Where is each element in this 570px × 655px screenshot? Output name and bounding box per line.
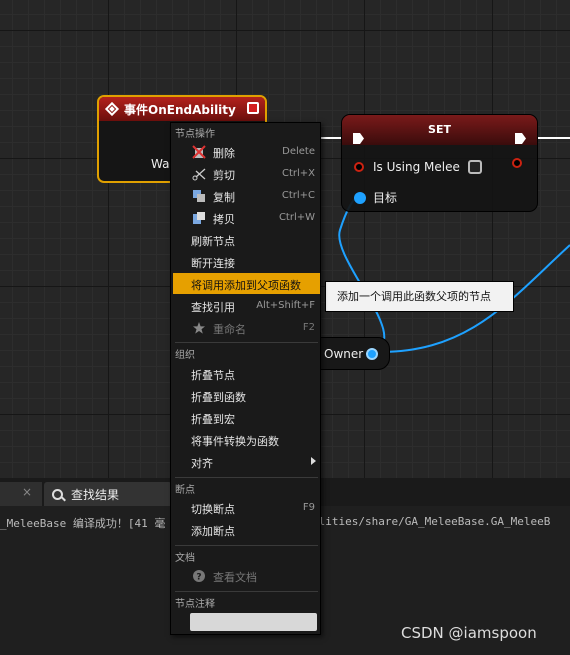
section-title-node-comment: 节点注释 [175,599,215,610]
bool-in-pin-icon[interactable] [354,162,364,172]
menu-item-shortcut: Ctrl+X [281,168,315,179]
menu-item-add-breakpoint[interactable]: 添加断点 [173,519,320,540]
watermark: CSDN @iamspoon [401,624,537,642]
menu-item-collapse-to-macro[interactable]: 折叠到宏 [173,407,320,428]
menu-separator [175,545,318,546]
tab-compiler-results[interactable]: × [0,482,42,506]
menu-item-label: 将调用添加到父项函数 [191,279,301,292]
menu-item-label: 折叠到函数 [191,391,246,404]
menu-item-collapse-to-function[interactable]: 折叠到函数 [173,385,320,406]
menu-item-shortcut: Delete [282,146,315,157]
menu-item-toggle-breakpoint[interactable]: 切换断点 F9 [173,497,320,518]
submenu-arrow-icon [311,457,316,465]
menu-item-label: 查找引用 [191,301,235,314]
exec-out-pin-icon[interactable] [514,132,527,145]
menu-item-shortcut: F9 [302,502,315,513]
menu-item-rename[interactable]: 重命名 F2 [173,317,320,338]
section-title-docs: 文档 [175,553,195,564]
set-node-title: SET [342,115,537,145]
menu-item-label: 刷新节点 [191,235,235,248]
menu-item-shortcut: Alt+Shift+F [256,300,315,311]
menu-tooltip: 添加一个调用此函数父项的节点 [325,281,514,312]
event-node-title: 事件OnEndAbility [124,102,236,117]
menu-item-label: 拷贝 [213,213,235,226]
menu-item-shortcut: Ctrl+W [278,212,315,223]
log-line-path: ilities/share/GA_MeleeBase.GA_MeleeB [312,515,551,528]
tab-close-icon[interactable]: × [22,485,32,499]
menu-item-alignment[interactable]: 对齐 [173,451,320,472]
menu-item-cut[interactable]: 剪切 Ctrl+X [173,163,320,184]
target-pin-icon[interactable] [354,191,366,204]
set-target-label: 目标 [373,191,398,205]
tab-find-results-label: 查找结果 [71,487,120,502]
menu-item-label: 删除 [213,147,235,160]
menu-item-label: 查看文档 [213,571,257,584]
menu-item-find-references[interactable]: 查找引用 Alt+Shift+F [173,295,320,316]
delete-icon [192,145,206,159]
set-var-row: Is Using Melee [354,160,482,174]
owner-out-pin-icon[interactable] [366,348,378,360]
node-comment-input[interactable] [190,613,317,631]
owner-label: Owner [324,347,364,361]
set-var-label: Is Using Melee [373,160,460,174]
scissors-icon [192,168,206,181]
bool-out-pin-icon[interactable] [512,158,522,168]
menu-item-label: 折叠节点 [191,369,235,382]
duplicate-icon [193,212,205,224]
menu-item-label: 折叠到宏 [191,413,235,426]
menu-item-label: 断开连接 [191,257,235,270]
context-menu: 节点操作 删除 Delete 剪切 Ctrl+X 复制 Ctrl+C 拷贝 Ct… [170,122,321,635]
menu-item-view-docs[interactable]: ? 查看文档 [173,565,320,586]
menu-item-shortcut: Ctrl+C [281,190,315,201]
menu-item-label: 切换断点 [191,503,235,516]
menu-item-shortcut: F2 [302,322,315,333]
menu-item-label: 剪切 [213,169,235,182]
menu-item-label: 复制 [213,191,235,204]
svg-text:?: ? [196,573,201,583]
star-icon [193,322,205,334]
object-wire-target [338,195,386,353]
search-icon [52,488,63,500]
section-title-breakpoints: 断点 [175,485,195,496]
menu-item-collapse-nodes[interactable]: 折叠节点 [173,363,320,384]
delegate-pin-icon[interactable] [247,102,259,114]
event-diamond-icon [104,101,120,117]
menu-item-label: 对齐 [191,457,213,470]
menu-item-add-call-to-parent[interactable]: 将调用添加到父项函数 [173,273,320,294]
menu-item-label: 重命名 [213,323,246,336]
event-node-header: 事件OnEndAbility [99,97,265,121]
bool-checkbox[interactable] [467,160,482,174]
menu-item-label: 添加断点 [191,525,235,538]
log-line: _MeleeBase 编译成功！[41 毫 [0,517,166,530]
menu-item-refresh-node[interactable]: 刷新节点 [173,229,320,250]
menu-item-copy[interactable]: 复制 Ctrl+C [173,185,320,206]
copy-icon [193,190,205,202]
menu-item-delete[interactable]: 删除 Delete [173,141,320,162]
menu-item-duplicate[interactable]: 拷贝 Ctrl+W [173,207,320,228]
set-target-row: 目标 [354,189,397,206]
section-title-organization: 组织 [175,350,195,361]
exec-in-pin-icon[interactable] [352,132,365,145]
menu-item-convert-event-to-function[interactable]: 将事件转换为函数 [173,429,320,450]
menu-separator [175,477,318,478]
menu-separator [175,591,318,592]
set-node[interactable]: SET Is Using Melee 目标 [341,114,538,212]
section-title-node-actions: 节点操作 [175,129,215,140]
menu-item-break-links[interactable]: 断开连接 [173,251,320,272]
tab-find-results[interactable]: 查找结果 [44,482,172,506]
menu-item-label: 将事件转换为函数 [191,435,279,448]
help-icon: ? [193,570,205,583]
menu-separator [175,342,318,343]
